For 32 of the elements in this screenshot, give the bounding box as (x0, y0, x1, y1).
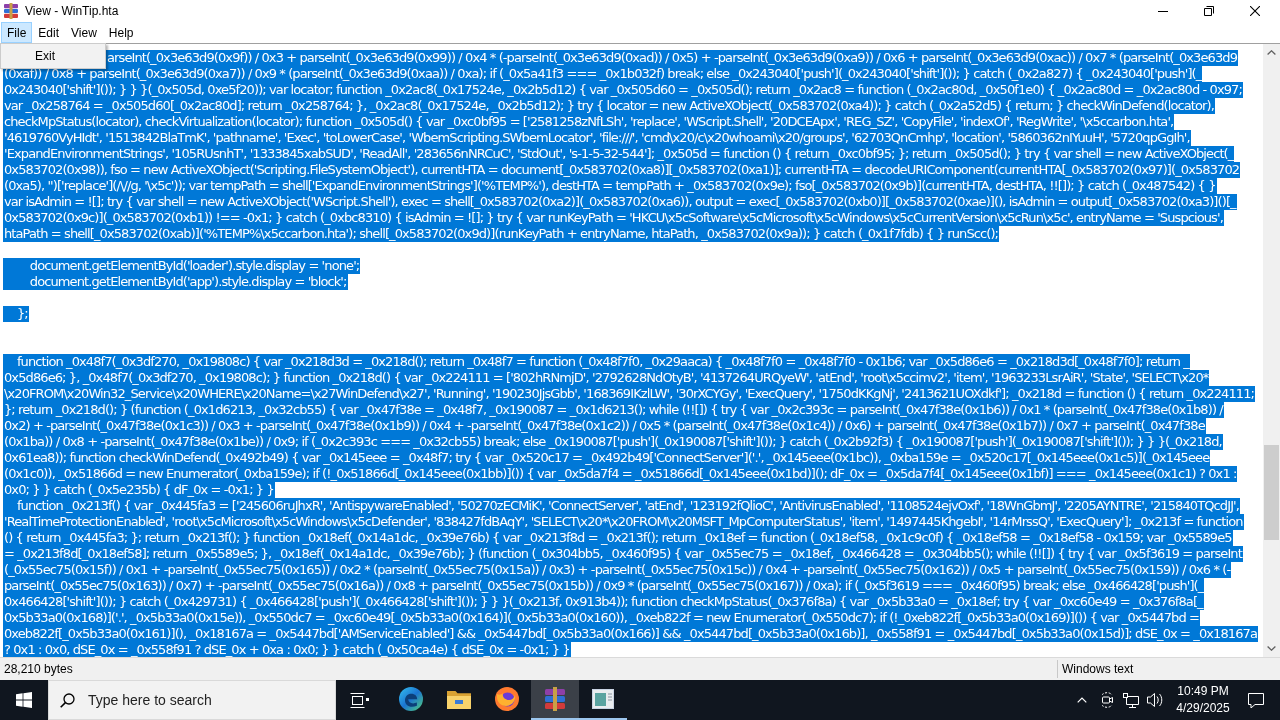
flame-circle-icon (495, 687, 519, 711)
clock-time[interactable]: 10:49 PM (1177, 683, 1229, 700)
clock-date[interactable]: 4/29/2025 (1176, 700, 1230, 717)
chevron-up-icon[interactable] (1077, 697, 1087, 703)
folder-icon (447, 689, 471, 709)
search-field[interactable]: Type here to search (48, 680, 336, 720)
taskbar-app-button[interactable] (531, 680, 579, 720)
menu-bar-item[interactable]: View (65, 22, 103, 43)
restore-icon (1204, 6, 1214, 16)
books-icon (3, 3, 19, 19)
menu-bar-item[interactable]: Help (102, 22, 140, 43)
window-frame-icon (350, 692, 370, 708)
scrollbar-thumb[interactable] (1264, 445, 1279, 540)
video-camera-icon[interactable] (1099, 692, 1115, 708)
monitor-icon[interactable] (1123, 692, 1139, 708)
file-format-label: Windows text (1062, 662, 1134, 676)
four-panes-icon (16, 692, 32, 708)
minimize-icon (1158, 10, 1168, 12)
menu-item[interactable]: Exit (1, 46, 105, 66)
swirl-icon (399, 687, 423, 711)
books-icon (543, 687, 567, 711)
search-icon (60, 693, 75, 708)
close-icon (1250, 6, 1260, 16)
up-caret-icon[interactable] (1267, 50, 1276, 55)
speaker-icon[interactable] (1147, 692, 1163, 708)
down-caret-icon[interactable] (1267, 646, 1276, 651)
speech-bubble-icon[interactable] (1248, 692, 1264, 708)
document-window-icon (592, 689, 614, 709)
file-size-label: 28,210 bytes (4, 662, 73, 676)
window-title: View - WinTip.hta (25, 4, 119, 18)
menu-bar-item[interactable]: File (1, 22, 33, 43)
menu-bar-item[interactable]: Edit (32, 22, 66, 43)
